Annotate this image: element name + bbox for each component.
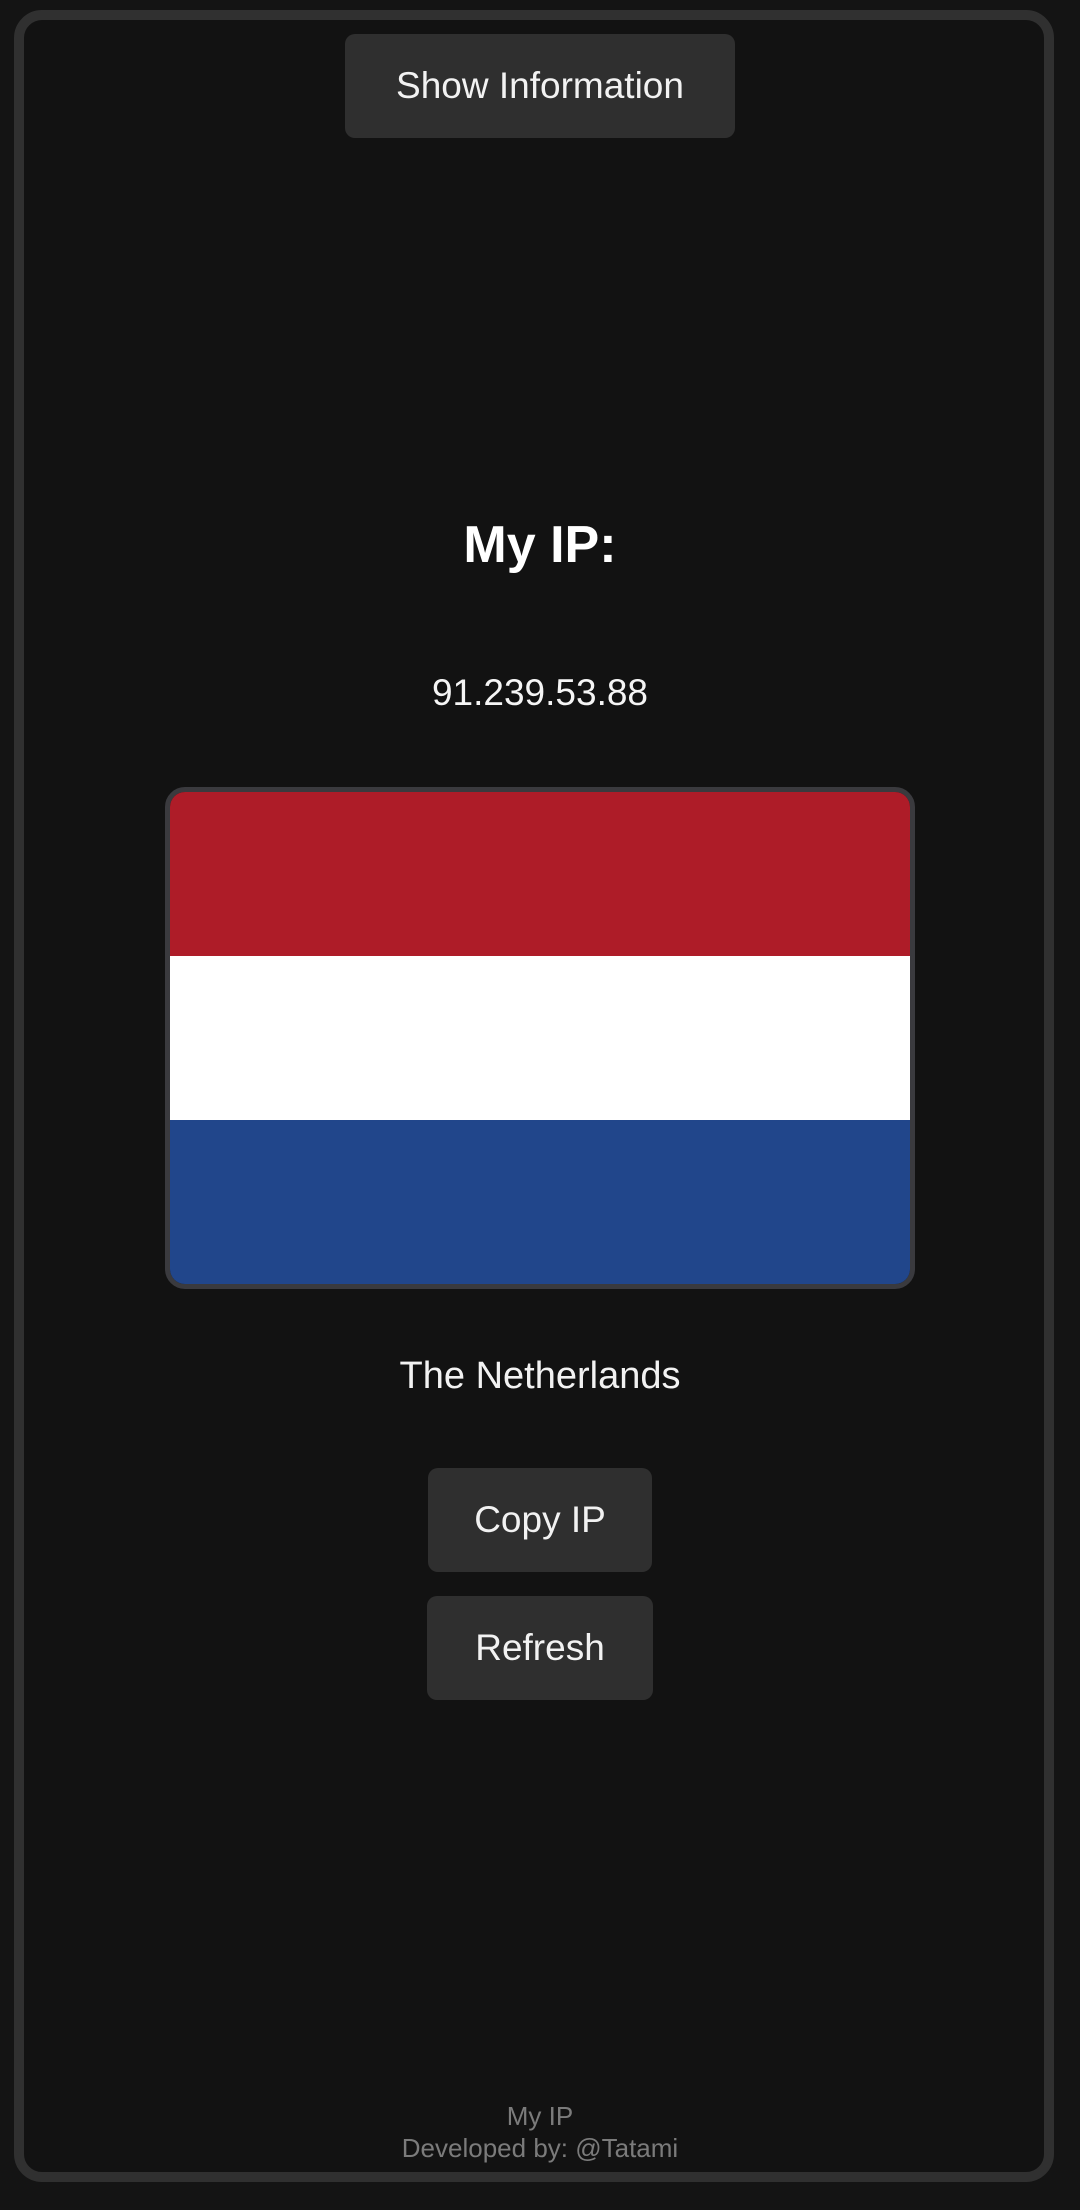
country-flag-image	[165, 787, 915, 1289]
footer-app-name: My IP	[506, 2101, 574, 2131]
footer-developer-credit: Developed by: @Tatami	[401, 2133, 679, 2163]
copy-ip-button[interactable]: Copy IP	[428, 1468, 652, 1572]
footer: My IP Developed by: @Tatami	[0, 2100, 1080, 2164]
flag-stripe-red	[170, 792, 910, 956]
flag-stripe-blue	[170, 1120, 910, 1284]
page-title: My IP:	[463, 516, 617, 574]
flag-stripe-white	[170, 956, 910, 1120]
show-information-button[interactable]: Show Information	[345, 34, 735, 138]
country-name: The Netherlands	[399, 1355, 681, 1397]
ip-address-value: 91.239.53.88	[431, 672, 649, 713]
refresh-button[interactable]: Refresh	[427, 1596, 653, 1700]
